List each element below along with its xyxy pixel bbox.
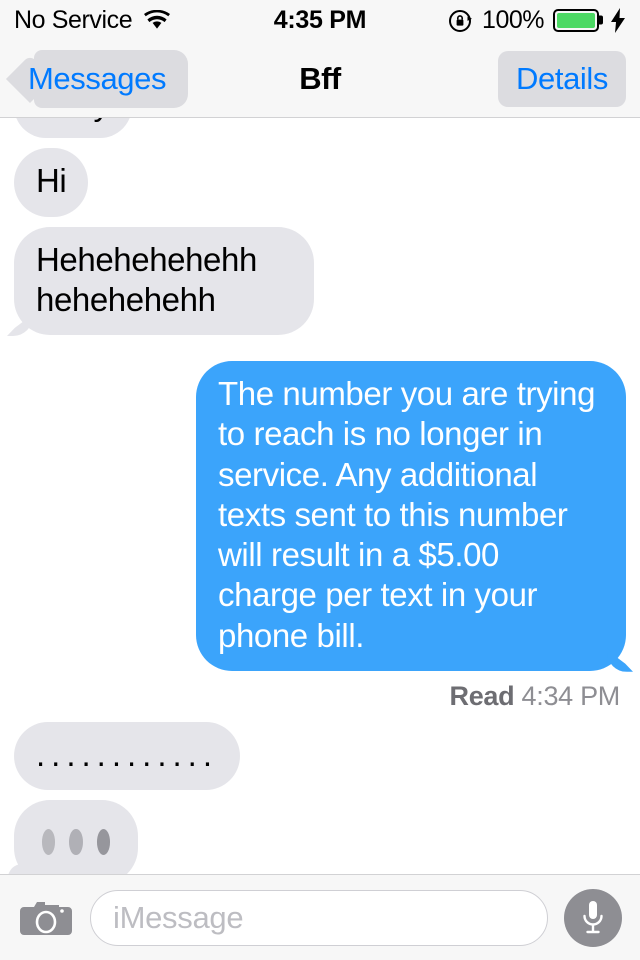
messages-app-screen: No Service 4:35 PM 100% Messages Bff Det… <box>0 0 640 960</box>
wifi-icon <box>144 10 171 30</box>
message-input-field[interactable] <box>90 889 548 946</box>
details-button[interactable]: Details <box>498 50 626 107</box>
rotation-lock-icon <box>448 8 473 33</box>
message-row: ............ <box>14 721 626 790</box>
typing-dot <box>96 829 110 855</box>
details-button-label: Details <box>516 60 608 96</box>
read-receipt-time: 4:34 PM <box>521 680 621 711</box>
message-input-bar <box>0 874 640 960</box>
message-text: Hehehehehehh hehehehehh <box>36 240 257 318</box>
battery-icon <box>553 8 599 32</box>
camera-icon <box>20 897 72 939</box>
camera-button[interactable] <box>18 890 74 946</box>
message-bubble-incoming[interactable]: Hehehehehehh hehehehehh <box>14 226 314 335</box>
message-text: The number you are trying to reach is no… <box>218 375 596 654</box>
message-text: ............ <box>36 735 219 773</box>
message-row: The number you are trying to reach is no… <box>14 361 626 671</box>
message-bubble-incoming[interactable]: ............ <box>14 721 241 790</box>
message-row: Abby <box>14 118 626 139</box>
status-bar-left: No Service <box>14 5 171 35</box>
status-bar: No Service 4:35 PM 100% <box>0 0 640 40</box>
typing-tail-large <box>8 864 36 874</box>
microphone-button[interactable] <box>564 888 622 947</box>
lightning-bolt-icon <box>608 7 626 33</box>
message-text: Abby <box>36 118 110 122</box>
back-button-label: Messages <box>28 60 167 96</box>
message-row: Hehehehehehh hehehehehh <box>14 226 626 335</box>
typing-indicator <box>8 800 138 874</box>
message-row: Hi <box>14 148 626 217</box>
message-bubble-outgoing[interactable]: The number you are trying to reach is no… <box>196 361 626 671</box>
back-button-messages[interactable]: Messages <box>14 49 189 108</box>
carrier-label: No Service <box>14 5 133 34</box>
typing-dot <box>69 829 83 855</box>
clock-label: 4:35 PM <box>273 5 367 34</box>
typing-indicator-row <box>8 800 626 874</box>
microphone-icon <box>580 899 606 937</box>
message-text: Hi <box>36 162 67 200</box>
imessage-input[interactable] <box>113 899 525 936</box>
read-receipt: Read 4:34 PM <box>14 671 626 712</box>
message-bubble-incoming[interactable]: Abby <box>14 118 132 139</box>
message-bubble-incoming[interactable]: Hi <box>14 148 89 217</box>
status-bar-right: 100% <box>448 6 626 35</box>
navigation-bar: Messages Bff Details <box>0 40 640 118</box>
battery-percent-label: 100% <box>482 5 544 34</box>
battery-fill <box>557 12 595 28</box>
read-receipt-status: Read <box>449 680 515 711</box>
message-thread[interactable]: Abby Hi Hehehehehehh hehehehehh The numb… <box>0 118 640 874</box>
typing-dot <box>42 829 56 855</box>
